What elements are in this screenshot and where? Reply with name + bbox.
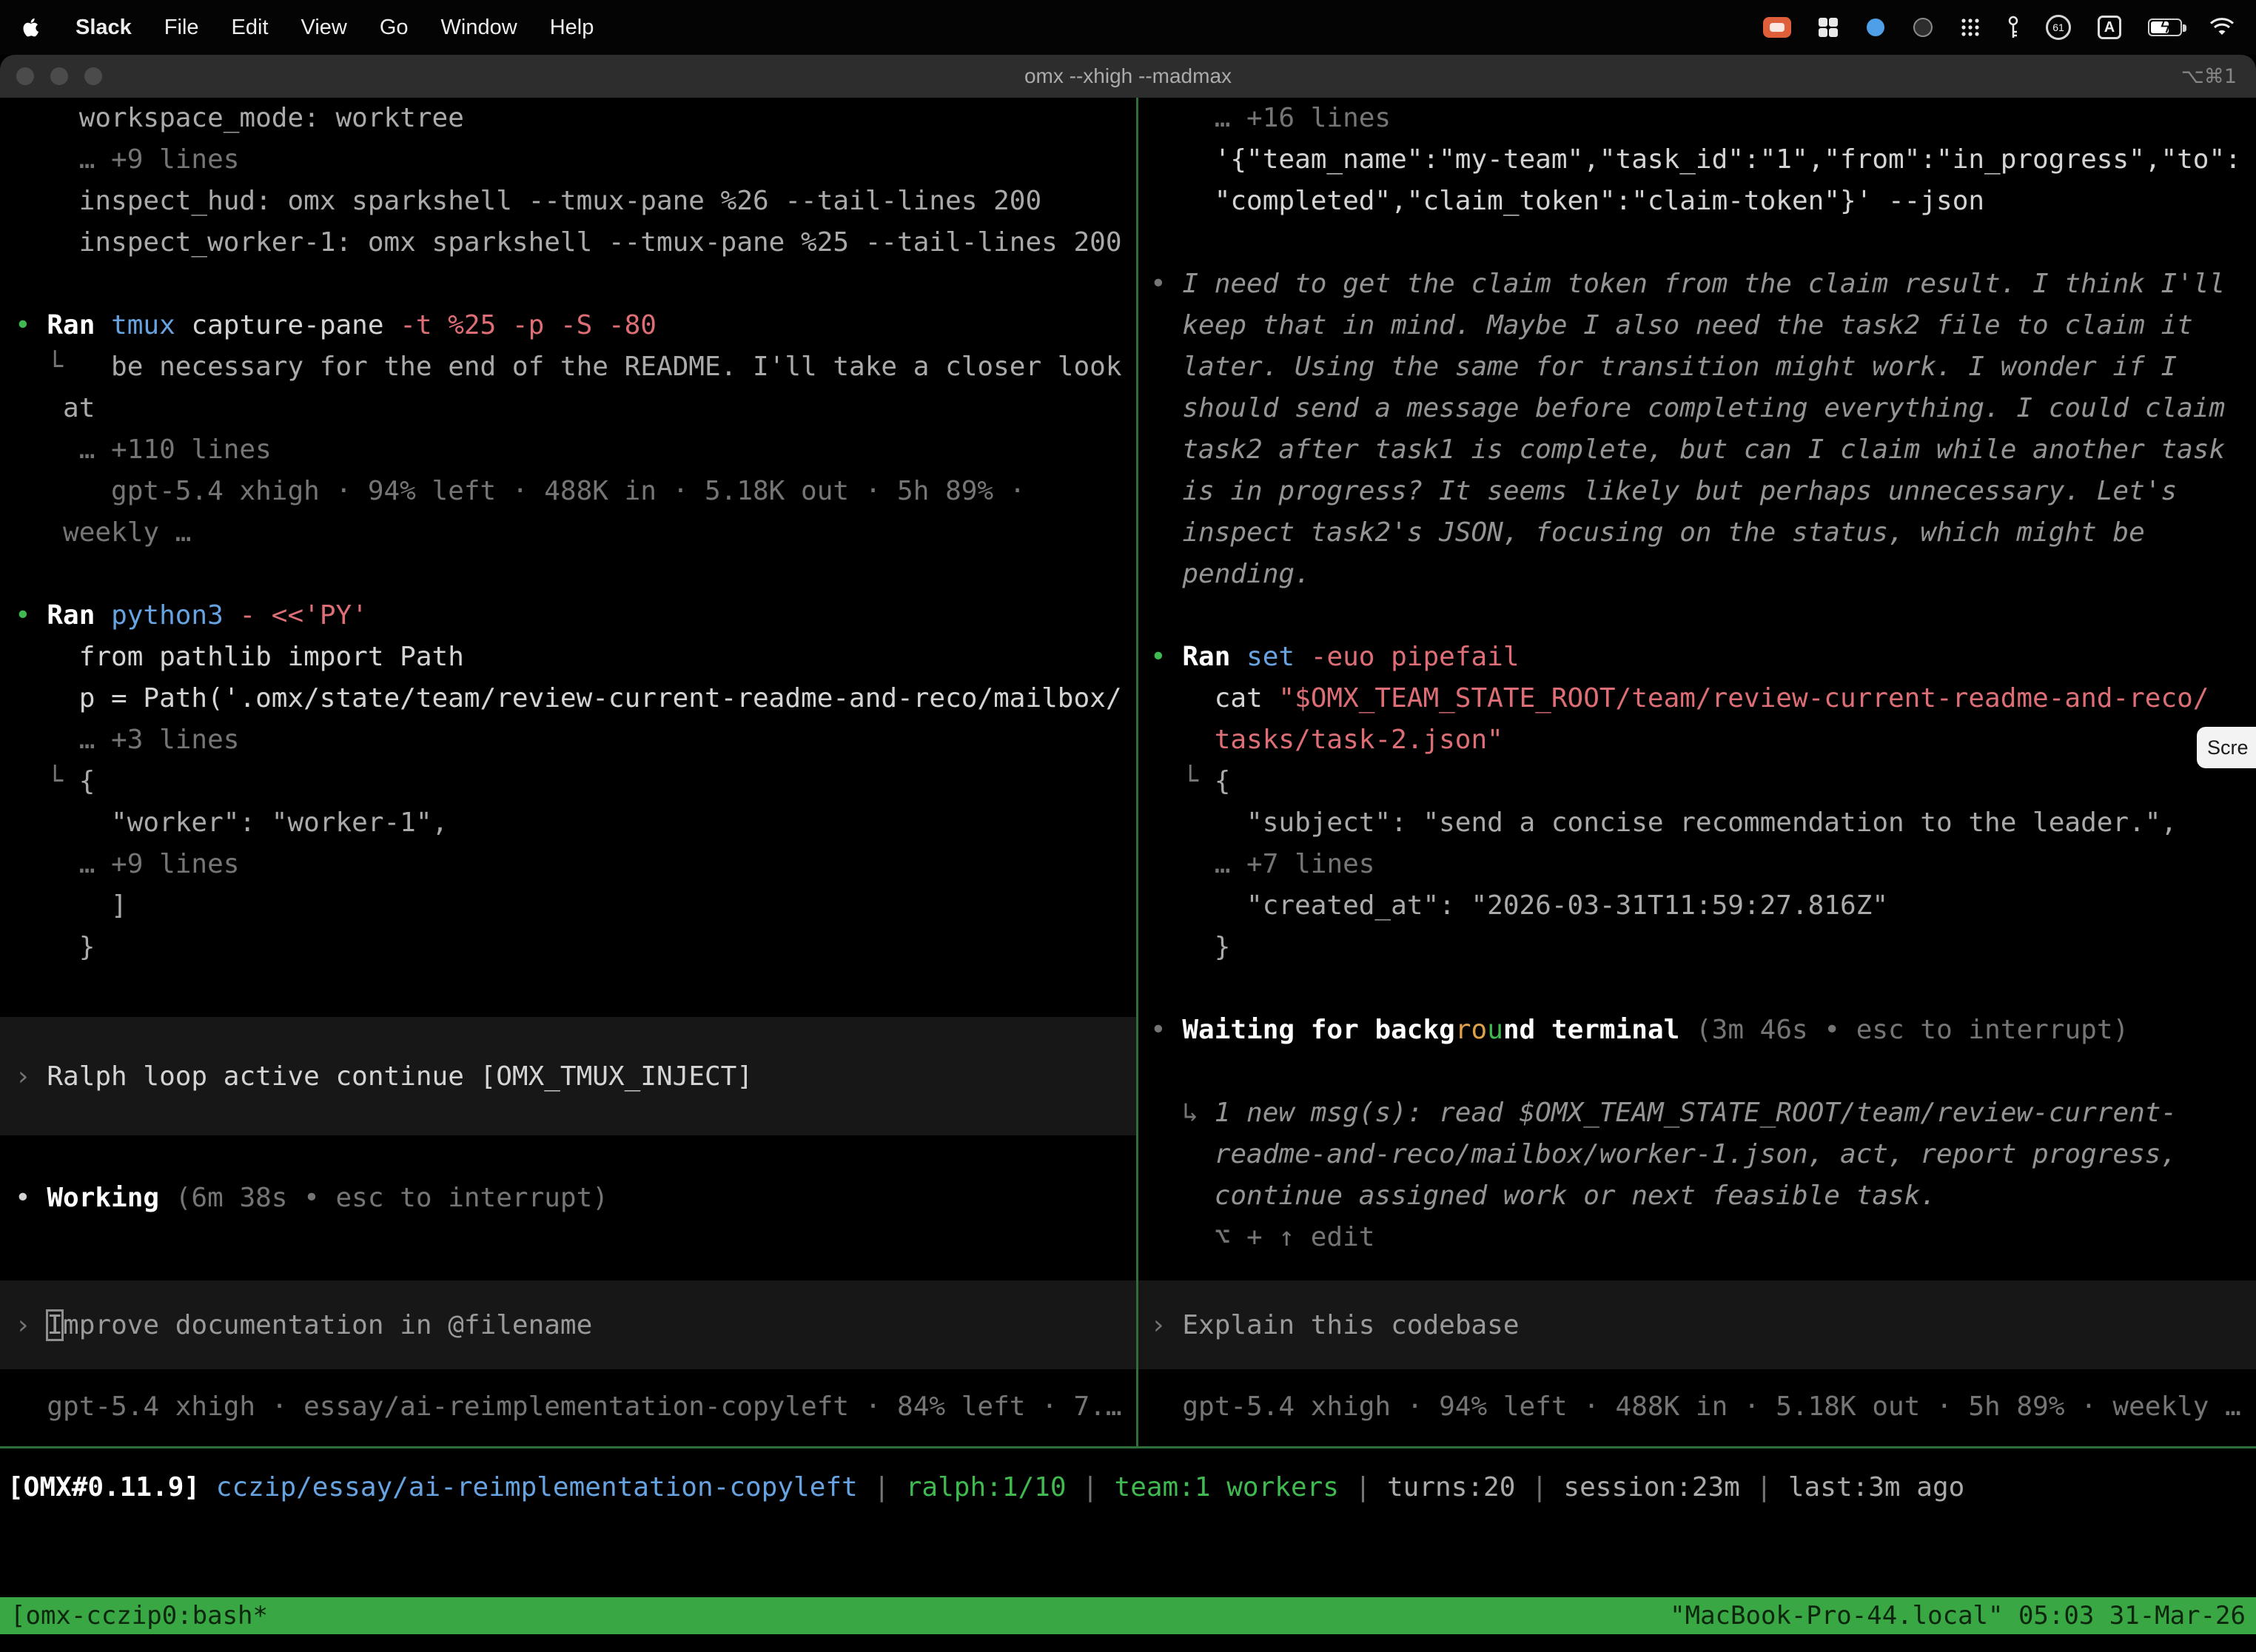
menu-view[interactable]: View [301,16,347,40]
charging-bolt-icon: ϟ [2161,17,2170,38]
terminal-line [1138,1051,2256,1092]
terminal-line: … +9 lines [0,844,1136,885]
left-terminal-pane[interactable]: workspace_mode: worktree … +9 lines insp… [0,98,1138,1446]
window-title: omx --xhigh --madmax [1024,64,1232,88]
menu-edit[interactable]: Edit [232,16,269,40]
blue-app-icon[interactable] [1865,17,1886,38]
terminal-line: } [0,927,1136,968]
terminal-line: weekly … [0,512,1136,554]
terminal-content: workspace_mode: worktree … +9 lines insp… [0,98,2256,1446]
traffic-lights [16,55,102,98]
terminal-line: inspect_hud: omx sparkshell --tmux-pane … [0,181,1136,222]
battery-icon[interactable]: ϟ [2148,19,2182,36]
terminal-line: └ { [0,761,1136,802]
screenshot-popup[interactable]: Scre [2197,727,2256,768]
terminal-line: readme-and-reco/mailbox/worker-1.json, a… [1138,1134,2256,1175]
terminal-line: … +110 lines [0,429,1136,471]
terminal-line: later. Using the same for transition mig… [1138,346,2256,388]
terminal-line [0,554,1136,595]
terminal-line: └ { [1138,761,2256,802]
close-button[interactable] [16,67,34,85]
terminal-line: gpt-5.4 xhigh · 94% left · 488K in · 5.1… [1138,1386,2256,1428]
battery-gauge-icon[interactable]: 61 [2046,15,2071,40]
terminal-line: '{"team_name":"my-team","task_id":"1","f… [1138,139,2256,181]
terminal-line: gpt-5.4 xhigh · essay/ai-reimplementatio… [0,1386,1136,1428]
menu-help[interactable]: Help [550,16,594,40]
terminal-line: continue assigned work or next feasible … [1138,1175,2256,1217]
keyboard-layout-letter: A [2104,19,2115,36]
terminal-line: • I need to get the claim token from the… [1138,263,2256,305]
tmux-status-bar: [omx-cczip0:bash* "MacBook-Pro-44.local"… [0,1597,2256,1634]
menu-bar-status-icons: 61 A ϟ [1763,15,2235,40]
terminal-line: … +9 lines [0,139,1136,181]
terminal-line: inspect_worker-1: omx sparkshell --tmux-… [0,222,1136,263]
screenshot-popup-label: Scre [2207,736,2249,759]
terminal-line: p = Path('.omx/state/team/review-current… [0,678,1136,719]
prompt-band[interactable]: › Explain this codebase [1138,1280,2256,1369]
terminal-line: ⌥ + ↑ edit [1138,1217,2256,1258]
terminal-line: keep that in mind. Maybe I also need the… [1138,305,2256,346]
screen-recording-indicator-icon[interactable] [1763,17,1791,38]
menu-file[interactable]: File [164,16,199,40]
terminal-line: [OMX#0.11.9] cczip/essay/ai-reimplementa… [0,1467,2256,1508]
terminal-line: gpt-5.4 xhigh · 94% left · 488K in · 5.1… [0,471,1136,512]
terminal-line: is in progress? It seems likely but perh… [1138,471,2256,512]
menu-bar-left: Slack File Edit View Go Window Help [21,15,594,40]
terminal-line: ] [0,885,1136,927]
terminal-line: … +3 lines [0,719,1136,761]
terminal-line: • Waiting for background terminal (3m 46… [1138,1010,2256,1051]
terminal-line: ↳ 1 new msg(s): read $OMX_TEAM_STATE_ROO… [1138,1092,2256,1134]
terminal-line: "created_at": "2026-03-31T11:59:27.816Z" [1138,885,2256,927]
terminal-line [0,263,1136,305]
terminal-line: • Ran tmux capture-pane -t %25 -p -S -80 [0,305,1136,346]
apple-logo [21,15,43,40]
terminal-line: "completed","claim_token":"claim-token"}… [1138,181,2256,222]
terminal-line: • Ran python3 - <<'PY' [0,595,1136,637]
tmux-session-window-label: [omx-cczip0:bash* [10,1601,268,1631]
terminal-line: • Working (6m 38s • esc to interrupt) [0,1178,1136,1219]
terminal-line: should send a message before completing … [1138,388,2256,429]
terminal-line: cat "$OMX_TEAM_STATE_ROOT/team/review-cu… [1138,678,2256,719]
dark-circle-app-icon[interactable] [1913,17,1933,38]
terminal-line: pending. [1138,554,2256,595]
omx-status-pane: [OMX#0.11.9] cczip/essay/ai-reimplementa… [0,1448,2256,1597]
minimize-button[interactable] [50,67,68,85]
tmux-host-clock-label: "MacBook-Pro-44.local" 05:03 31-Mar-26 [1670,1601,2246,1631]
screen: Slack File Edit View Go Window Help [0,0,2256,1652]
terminal-window: omx --xhigh --madmax ⌥⌘1 workspace_mode:… [0,55,2256,1652]
menu-window[interactable]: Window [441,16,517,40]
zoom-button[interactable] [84,67,102,85]
terminal-line: task2 after task1 is complete, but can I… [1138,429,2256,471]
terminal-line [1138,968,2256,1010]
terminal-line: … +7 lines [1138,844,2256,885]
terminal-line: … +16 lines [1138,98,2256,139]
window-shortcut: ⌥⌘1 [2181,65,2237,88]
menu-go[interactable]: Go [380,16,409,40]
terminal-line: workspace_mode: worktree [0,98,1136,139]
terminal-line: inspect task2's JSON, focusing on the st… [1138,512,2256,554]
menu-bar: Slack File Edit View Go Window Help [0,0,2256,55]
right-terminal-pane[interactable]: … +16 lines '{"team_name":"my-team","tas… [1138,98,2256,1446]
terminal-line: } [1138,927,2256,968]
app-grid-icon[interactable] [1960,17,1981,38]
terminal-line: "worker": "worker-1", [0,802,1136,844]
key-icon[interactable] [2007,15,2019,40]
terminal-line [1138,222,2256,263]
window-title-bar[interactable]: omx --xhigh --madmax ⌥⌘1 [0,55,2256,98]
terminal-line: tasks/task-2.json" [1138,719,2256,761]
prompt-band[interactable]: › Ralph loop active continue [OMX_TMUX_I… [0,1017,1136,1135]
prompt-band[interactable]: › Improve documentation in @filename [0,1280,1136,1369]
apple-menu-icon[interactable] [21,15,43,40]
app-menu-slack[interactable]: Slack [75,16,132,40]
keyboard-layout-icon[interactable]: A [2098,16,2121,39]
terminal-line: "subject": "send a concise recommendatio… [1138,802,2256,844]
battery-gauge-value: 61 [2052,21,2064,33]
terminal-line: at [0,388,1136,429]
wifi-icon[interactable] [2209,17,2235,38]
terminal-line [1138,595,2256,637]
window-grid-icon[interactable] [1818,17,1839,38]
terminal-line: • Ran set -euo pipefail [1138,637,2256,678]
terminal-line: from pathlib import Path [0,637,1136,678]
terminal-line: └ be necessary for the end of the README… [0,346,1136,388]
